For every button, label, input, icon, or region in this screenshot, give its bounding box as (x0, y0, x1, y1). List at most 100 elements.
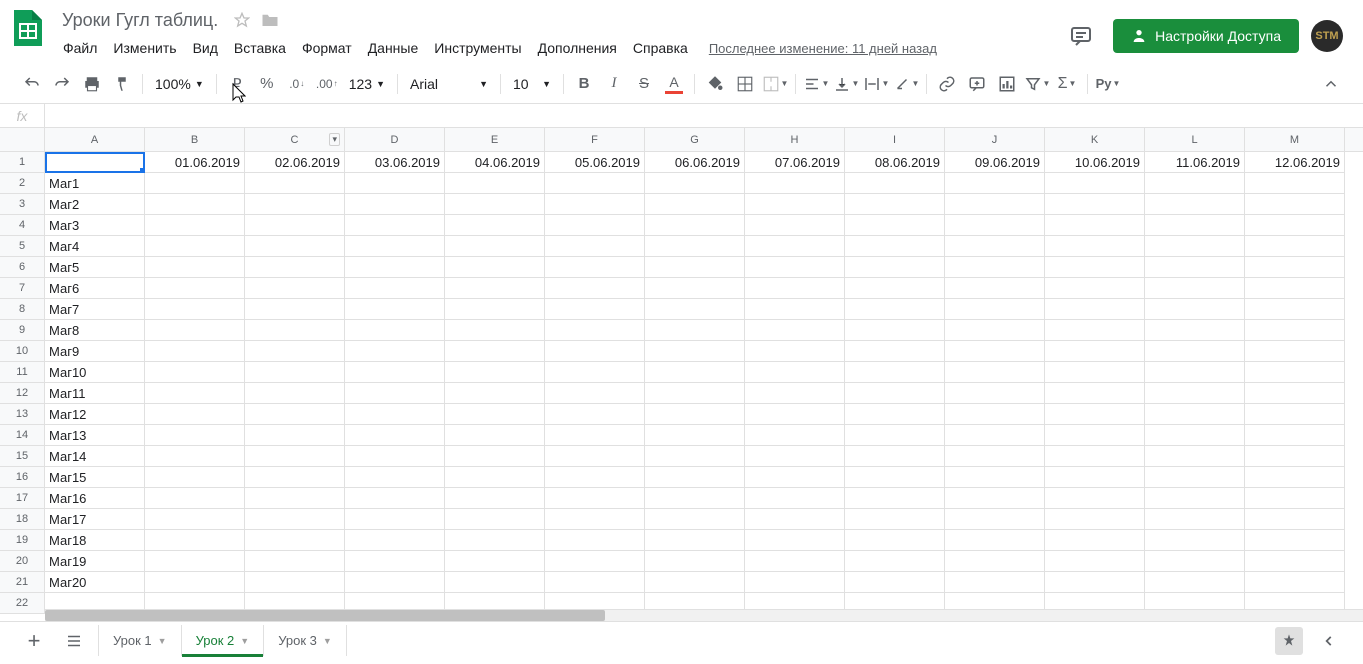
scrollbar-thumb[interactable] (45, 610, 605, 621)
cell-B4[interactable] (145, 215, 245, 236)
row-header-13[interactable]: 13 (0, 404, 44, 425)
cell-K2[interactable] (1045, 173, 1145, 194)
cell-E17[interactable] (445, 488, 545, 509)
cell-F6[interactable] (545, 257, 645, 278)
cell-J16[interactable] (945, 467, 1045, 488)
cell-J7[interactable] (945, 278, 1045, 299)
cell-H3[interactable] (745, 194, 845, 215)
cell-I2[interactable] (845, 173, 945, 194)
folder-icon[interactable] (260, 10, 280, 30)
cell-A17[interactable]: Маг16 (45, 488, 145, 509)
cell-B3[interactable] (145, 194, 245, 215)
cell-C4[interactable] (245, 215, 345, 236)
cell-D20[interactable] (345, 551, 445, 572)
merge-cells-button[interactable]: ▼ (761, 70, 789, 98)
cell-B18[interactable] (145, 509, 245, 530)
cell-K1[interactable]: 10.06.2019 (1045, 152, 1145, 173)
cell-H21[interactable] (745, 572, 845, 593)
cell-B20[interactable] (145, 551, 245, 572)
cell-D4[interactable] (345, 215, 445, 236)
cell-E6[interactable] (445, 257, 545, 278)
cell-A20[interactable]: Маг19 (45, 551, 145, 572)
cell-I11[interactable] (845, 362, 945, 383)
cell-K8[interactable] (1045, 299, 1145, 320)
insert-chart-button[interactable] (993, 70, 1021, 98)
cell-G18[interactable] (645, 509, 745, 530)
cell-J19[interactable] (945, 530, 1045, 551)
column-header-B[interactable]: B (145, 128, 245, 151)
row-header-8[interactable]: 8 (0, 299, 44, 320)
cell-A2[interactable]: Маг1 (45, 173, 145, 194)
row-header-18[interactable]: 18 (0, 509, 44, 530)
cell-L14[interactable] (1145, 425, 1245, 446)
cell-E13[interactable] (445, 404, 545, 425)
cell-D18[interactable] (345, 509, 445, 530)
cell-L1[interactable]: 11.06.2019 (1145, 152, 1245, 173)
cell-K9[interactable] (1045, 320, 1145, 341)
cell-J3[interactable] (945, 194, 1045, 215)
menu-file[interactable]: Файл (56, 36, 104, 60)
menu-addons[interactable]: Дополнения (531, 36, 624, 60)
cell-D13[interactable] (345, 404, 445, 425)
cell-E3[interactable] (445, 194, 545, 215)
currency-button[interactable]: ₽ (223, 70, 251, 98)
cell-B15[interactable] (145, 446, 245, 467)
fill-color-button[interactable] (701, 70, 729, 98)
cell-J11[interactable] (945, 362, 1045, 383)
cell-G5[interactable] (645, 236, 745, 257)
vertical-align-button[interactable]: ▼ (832, 70, 860, 98)
cell-E4[interactable] (445, 215, 545, 236)
column-header-F[interactable]: F (545, 128, 645, 151)
add-sheet-button[interactable]: + (18, 625, 50, 657)
cell-K12[interactable] (1045, 383, 1145, 404)
cell-E7[interactable] (445, 278, 545, 299)
cell-C14[interactable] (245, 425, 345, 446)
font-selector[interactable]: Arial▼ (404, 70, 494, 98)
font-size-selector[interactable]: 10▼ (507, 70, 557, 98)
cell-L17[interactable] (1145, 488, 1245, 509)
cell-F2[interactable] (545, 173, 645, 194)
cell-K17[interactable] (1045, 488, 1145, 509)
cell-H12[interactable] (745, 383, 845, 404)
cell-D16[interactable] (345, 467, 445, 488)
text-wrap-button[interactable]: ▼ (862, 70, 890, 98)
cell-D15[interactable] (345, 446, 445, 467)
cell-M10[interactable] (1245, 341, 1345, 362)
cell-L21[interactable] (1145, 572, 1245, 593)
cell-E10[interactable] (445, 341, 545, 362)
cell-J13[interactable] (945, 404, 1045, 425)
sheet-tab-2[interactable]: Урок 2▼ (182, 625, 265, 656)
cell-B9[interactable] (145, 320, 245, 341)
cell-A10[interactable]: Маг9 (45, 341, 145, 362)
cell-E12[interactable] (445, 383, 545, 404)
cell-M7[interactable] (1245, 278, 1345, 299)
cell-M8[interactable] (1245, 299, 1345, 320)
cell-I3[interactable] (845, 194, 945, 215)
cell-C15[interactable] (245, 446, 345, 467)
cell-I7[interactable] (845, 278, 945, 299)
cell-B13[interactable] (145, 404, 245, 425)
cell-A14[interactable]: Маг13 (45, 425, 145, 446)
menu-help[interactable]: Справка (626, 36, 695, 60)
cell-E16[interactable] (445, 467, 545, 488)
cell-J15[interactable] (945, 446, 1045, 467)
explore-button[interactable] (1275, 627, 1303, 655)
cell-G10[interactable] (645, 341, 745, 362)
menu-view[interactable]: Вид (186, 36, 225, 60)
cell-H6[interactable] (745, 257, 845, 278)
cell-A21[interactable]: Маг20 (45, 572, 145, 593)
cell-L11[interactable] (1145, 362, 1245, 383)
cell-K6[interactable] (1045, 257, 1145, 278)
cell-G19[interactable] (645, 530, 745, 551)
column-header-G[interactable]: G (645, 128, 745, 151)
cell-I19[interactable] (845, 530, 945, 551)
cell-L6[interactable] (1145, 257, 1245, 278)
cell-I21[interactable] (845, 572, 945, 593)
cell-J9[interactable] (945, 320, 1045, 341)
cell-M4[interactable] (1245, 215, 1345, 236)
increase-decimal-button[interactable]: .00↑ (313, 70, 341, 98)
row-header-1[interactable]: 1 (0, 152, 44, 173)
sheet-tab-3[interactable]: Урок 3▼ (264, 625, 347, 656)
cell-G17[interactable] (645, 488, 745, 509)
bold-button[interactable]: B (570, 70, 598, 98)
